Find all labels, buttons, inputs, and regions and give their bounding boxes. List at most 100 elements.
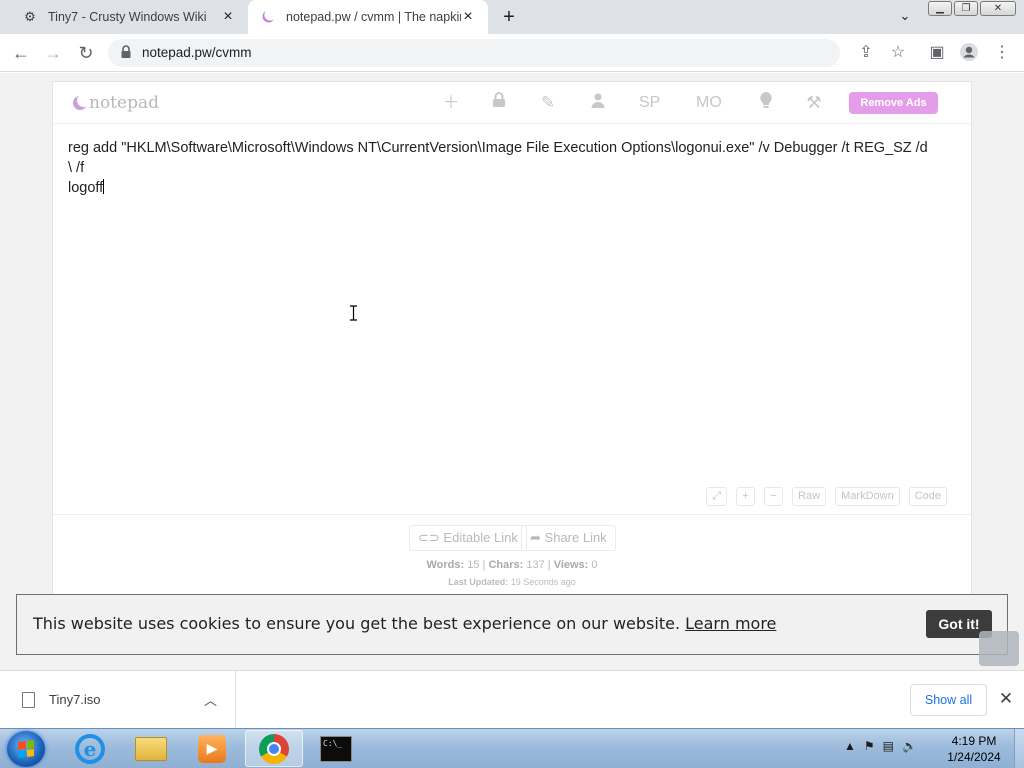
logo-text: notepad	[89, 93, 159, 113]
media-player-button[interactable]: ▶	[183, 730, 241, 767]
minimize-button[interactable]: ▁	[928, 1, 952, 16]
clock[interactable]: 4:19 PM 1/24/2024	[936, 733, 1012, 765]
tab-title: notepad.pw / cvmm | The napkin	[286, 10, 461, 24]
cookie-message: This website uses cookies to ensure you …	[33, 614, 776, 633]
internet-explorer-icon: e	[75, 733, 105, 764]
maximize-button[interactable]: ❐	[954, 1, 978, 16]
tray-expand-icon[interactable]: ▲	[844, 739, 856, 753]
folder-icon	[135, 736, 167, 761]
menu-dots-icon[interactable]: ⋮	[991, 42, 1013, 64]
puzzle-icon: ⚙	[24, 9, 36, 24]
learn-more-link[interactable]: Learn more	[685, 614, 776, 633]
views-label: Views:	[553, 559, 589, 571]
bookmark-star-icon[interactable]: ☆	[887, 42, 909, 64]
close-tab-icon[interactable]: ×	[460, 9, 476, 25]
note-stats: Words: 15 | Chars: 137 | Views: 0	[426, 559, 598, 571]
remove-ads-button[interactable]: Remove Ads	[849, 92, 938, 114]
lock-icon	[121, 45, 131, 58]
editable-link-button[interactable]: ⊂⊃ Editable Link	[409, 525, 527, 551]
editor-line-text: logoff	[68, 180, 104, 196]
font-decrease-button[interactable]: −	[764, 487, 784, 506]
command-prompt-button[interactable]: C:\_	[307, 730, 365, 767]
editor-line: \ /f	[68, 160, 85, 176]
expand-icon[interactable]: ⤢	[706, 487, 728, 506]
markdown-button[interactable]: MarkDown	[835, 487, 900, 506]
cookie-banner: This website uses cookies to ensure you …	[16, 594, 1008, 655]
pencil-icon[interactable]: ✎	[538, 92, 558, 114]
download-filename: Tiny7.iso	[49, 692, 101, 707]
share-link-button[interactable]: ➦ Share Link	[521, 525, 616, 551]
clock-date: 1/24/2024	[947, 750, 1001, 764]
download-item[interactable]: Tiny7.iso ︿	[0, 671, 236, 729]
close-icon[interactable]: ✕	[996, 689, 1016, 709]
nav-mo[interactable]: MO	[696, 92, 722, 114]
words-count: 15	[467, 559, 480, 571]
ibeam-cursor-icon	[350, 305, 357, 321]
network-icon[interactable]: ▤	[883, 739, 894, 753]
notepad-moon-icon	[260, 9, 276, 25]
screen: ⚙ Tiny7 - Crusty Windows Wiki × notepad.…	[0, 0, 1024, 768]
share-icon[interactable]: ⇪	[855, 42, 877, 64]
close-tab-icon[interactable]: ×	[220, 9, 236, 25]
link-icon: ⊂⊃	[418, 530, 440, 545]
new-note-plus-icon[interactable]: ＋	[441, 92, 461, 114]
forward-arrow-icon[interactable]: →	[42, 42, 64, 64]
words-label: Words:	[426, 559, 465, 571]
page-viewport: notepad ＋ ✎ SP MO ⚒ Remove Ads reg add "…	[0, 73, 1024, 670]
updated-value: 19 Seconds ago	[510, 577, 576, 587]
show-desktop-button[interactable]	[1014, 729, 1024, 768]
chevron-up-icon[interactable]: ︿	[204, 690, 217, 709]
action-center-icon[interactable]: ⚑	[864, 739, 875, 753]
tab-notepad[interactable]: notepad.pw / cvmm | The napkin ×	[248, 0, 488, 34]
reload-icon[interactable]: ↻	[75, 42, 97, 64]
back-arrow-icon[interactable]: ←	[10, 42, 32, 64]
chrome-button[interactable]	[245, 730, 303, 767]
notepad-card: notepad ＋ ✎ SP MO ⚒ Remove Ads reg add "…	[52, 81, 972, 601]
user-icon[interactable]	[588, 92, 608, 114]
internet-explorer-button[interactable]: e	[61, 730, 119, 767]
address-bar[interactable]: notepad.pw/cvmm	[108, 39, 840, 67]
share-link-label: Share Link	[544, 530, 607, 545]
download-bar: Tiny7.iso ︿ Show all ✕	[0, 670, 1024, 729]
close-window-button[interactable]: ✕	[980, 1, 1016, 16]
scroll-to-top-button[interactable]	[979, 631, 1019, 666]
tab-strip: ⚙ Tiny7 - Crusty Windows Wiki × notepad.…	[0, 0, 1024, 34]
start-button[interactable]	[7, 731, 45, 767]
font-increase-button[interactable]: +	[736, 487, 756, 506]
tools-icon[interactable]: ⚒	[803, 92, 825, 114]
chars-count: 137	[526, 559, 545, 571]
text-cursor	[103, 179, 105, 194]
volume-muted-icon[interactable]: 🔈	[902, 739, 917, 753]
side-panel-icon[interactable]: ▣	[926, 42, 948, 64]
views-count: 0	[591, 559, 598, 571]
code-button[interactable]: Code	[908, 487, 947, 506]
lightbulb-icon[interactable]	[756, 92, 776, 114]
profile-avatar-icon[interactable]	[958, 42, 980, 64]
file-explorer-button[interactable]	[122, 730, 180, 767]
show-all-button[interactable]: Show all	[910, 684, 987, 716]
raw-button[interactable]: Raw	[792, 487, 827, 506]
note-editor[interactable]: reg add "HKLM\Software\Microsoft\Windows…	[68, 138, 962, 198]
share-arrow-icon: ➦	[530, 530, 541, 545]
media-player-icon: ▶	[198, 734, 226, 763]
system-tray: ▲ ⚑ ▤ 🔈	[844, 739, 917, 753]
editor-line-last: logoff	[68, 178, 962, 198]
chrome-icon	[259, 733, 289, 764]
clock-time: 4:19 PM	[951, 734, 997, 748]
cookie-text: This website uses cookies to ensure you …	[33, 614, 681, 633]
windows-taskbar: e ▶ C:\_ ▲ ⚑ ▤ 🔈 4:19 PM 1/24/2024	[0, 728, 1024, 768]
url-text: notepad.pw/cvmm	[142, 45, 252, 60]
moon-icon	[73, 94, 90, 110]
tab-tiny7-wiki[interactable]: ⚙ Tiny7 - Crusty Windows Wiki ×	[10, 0, 248, 34]
tab-title: Tiny7 - Crusty Windows Wiki	[48, 10, 207, 24]
notepad-logo[interactable]: notepad	[73, 93, 159, 113]
last-updated: Last Updated: 19 Seconds ago	[53, 577, 971, 587]
new-tab-button[interactable]: +	[498, 6, 520, 28]
windows-flag-icon	[18, 740, 34, 758]
nav-sp[interactable]: SP	[639, 92, 660, 114]
lock-icon[interactable]	[489, 92, 509, 114]
browser-toolbar: ← → ↻ notepad.pw/cvmm ⇪ ☆ ▣ ⋮	[0, 34, 1024, 72]
format-toolbar: ⤢ + − Raw MarkDown Code	[706, 487, 947, 506]
editor-line: reg add "HKLM\Software\Microsoft\Windows…	[68, 140, 928, 156]
tab-search-chevron-icon[interactable]: ⌄	[896, 8, 914, 26]
